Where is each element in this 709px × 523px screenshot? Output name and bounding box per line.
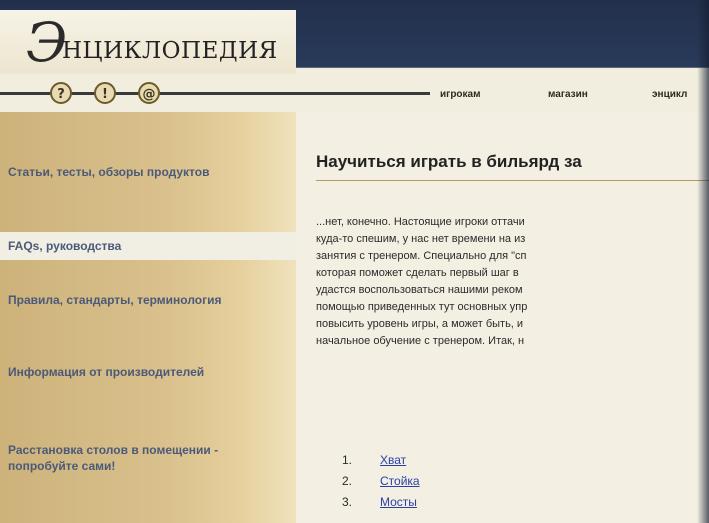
sidebar-item-faqs[interactable]: FAQs, руководства	[0, 232, 296, 260]
paragraph-line: начальное обучение с тренером. Итак, н	[316, 335, 525, 347]
window-edge-shadow	[697, 0, 709, 523]
sidebar-item-articles[interactable]: Статьи, тесты, обзоры продуктов	[8, 164, 258, 180]
list-number: 3.	[342, 495, 353, 509]
logo[interactable]: Э НЦИКЛОПЕДИЯ	[0, 10, 296, 74]
sidebar-item-manufacturers[interactable]: Информация от производителей	[8, 364, 258, 380]
page-title: Научиться играть в бильярд за	[316, 152, 582, 171]
info-icon[interactable]: !	[94, 82, 116, 104]
paragraph-line: удастся воспользоваться нашими реком	[316, 284, 523, 296]
page-header: Э НЦИКЛОПЕДИЯ ? ! @ игрокам магазин энци…	[0, 0, 709, 112]
list-number: 2.	[342, 474, 353, 488]
list-link-bridges[interactable]: Мосты	[380, 495, 417, 509]
main-content: Научиться играть в бильярд за ...нет, ко…	[296, 112, 709, 523]
help-icon[interactable]: ?	[50, 82, 72, 104]
sidebar-item-table-layout[interactable]: Расстановка столов в помещении - попробу…	[8, 442, 258, 474]
paragraph-line: повысить уровень игры, а может быть, и	[316, 318, 524, 330]
paragraph-line: ...нет, конечно. Настоящие игроки оттачи	[316, 216, 525, 228]
nav-link-shop[interactable]: магазин	[548, 89, 588, 100]
list-link-grip[interactable]: Хват	[380, 453, 406, 467]
nav-link-players[interactable]: игрокам	[440, 89, 481, 100]
paragraph-line: куда-то спешим, у нас нет времени на из	[316, 233, 526, 245]
nav-link-encyclopedia[interactable]: энцикл	[652, 89, 687, 100]
title-divider	[316, 180, 709, 181]
paragraph-line: которая поможет сделать первый шаг в	[316, 267, 519, 279]
sidebar: Статьи, тесты, обзоры продуктов FAQs, ру…	[0, 112, 296, 523]
paragraph-line: помощью приведенных тут основных упр	[316, 301, 528, 313]
list-link-stance[interactable]: Стойка	[380, 474, 420, 488]
email-icon[interactable]: @	[138, 82, 160, 104]
list-number: 1.	[342, 453, 353, 467]
paragraph-line: занятия с тренером. Специально для "сп	[316, 250, 527, 262]
sidebar-item-rules[interactable]: Правила, стандарты, терминология	[8, 292, 258, 308]
logo-text: НЦИКЛОПЕДИЯ	[62, 38, 278, 64]
